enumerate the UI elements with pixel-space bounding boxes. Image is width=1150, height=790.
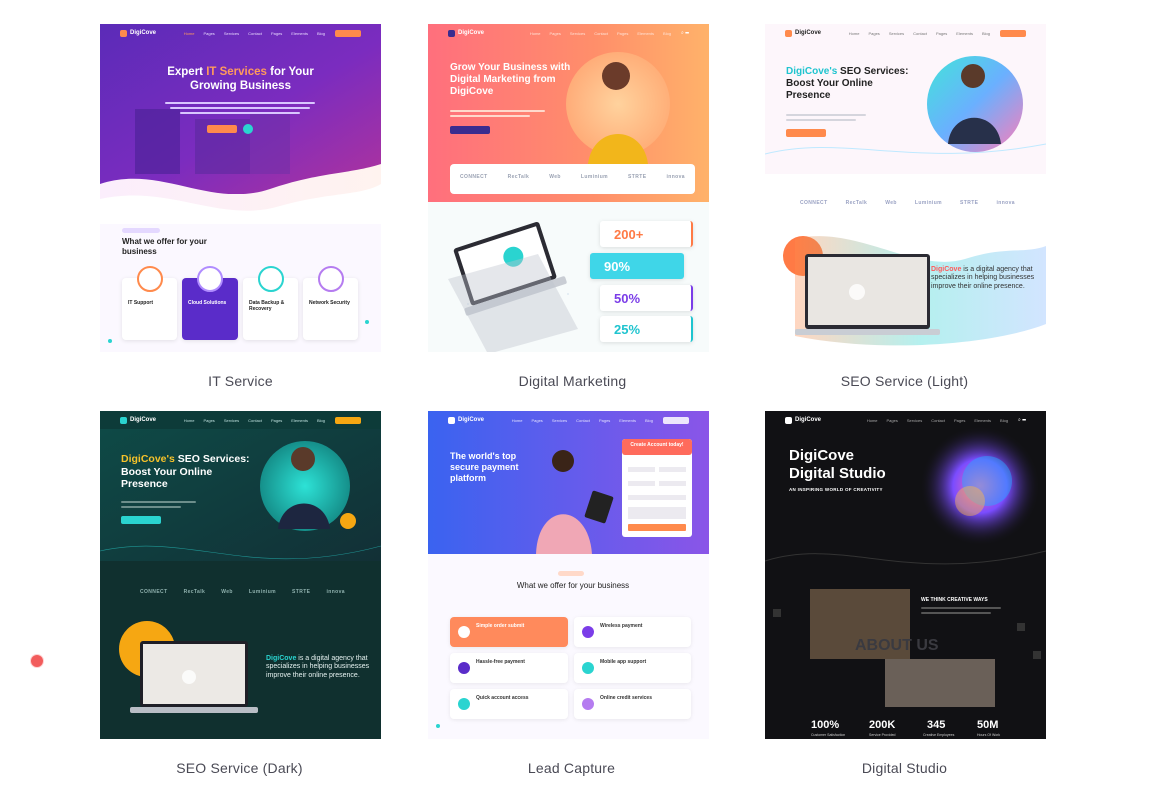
lead-capture-nav-button	[663, 416, 689, 424]
template-preview-digital-marketing: DigiCove Home Pages Services Contact Pages El…	[428, 24, 709, 352]
template-caption-seo-dark[interactable]: SEO Service (Dark)	[99, 760, 380, 776]
play-icon	[243, 124, 253, 134]
seo-light-navbar: DigiCove Home Pages Services Contact Pages El…	[765, 24, 1046, 42]
template-gallery: DigiCove Home Pages Services Contact Pages El…	[0, 0, 1150, 790]
lead-capture-form-title: Create Account today!	[630, 442, 684, 448]
template-card-digital-studio[interactable]: DigiCove Home Pages Services Contact Pages El…	[765, 411, 1046, 739]
lead-capture-section-title: What we offer for your business	[516, 581, 630, 590]
digital-studio-logo: DigiCove	[785, 416, 821, 424]
seo-light-logo-strip: CONNECT RecTalk Web Luminium STRTE innov…	[800, 200, 1015, 206]
template-caption-seo-light[interactable]: SEO Service (Light)	[764, 373, 1045, 389]
it-service-cta-button	[207, 125, 237, 133]
feature-card-quick-access: Quick account access	[450, 689, 568, 719]
service-card-network-security: Network Security	[303, 266, 358, 340]
seo-dark-logo: DigiCove	[120, 416, 156, 424]
template-card-seo-dark[interactable]: DigiCove Home Pages Services Contact Pages El…	[100, 411, 381, 739]
digital-studio-navbar: DigiCove Home Pages Services Contact Pages El…	[765, 411, 1046, 429]
seo-dark-logo-strip: CONNECT RecTalk Web Luminium STRTE innov…	[140, 589, 345, 595]
template-card-lead-capture[interactable]: DigiCove Home Pages Services Contact Pages El…	[428, 411, 709, 739]
it-service-section-title: What we offer for your business	[122, 237, 207, 256]
digital-studio-about-watermark: ABOUT US	[855, 637, 939, 654]
stat-card-1: 200+	[600, 221, 693, 247]
digital-studio-title-2: Digital Studio	[789, 465, 886, 482]
template-card-it-service[interactable]: DigiCove Home Pages Services Contact Pages El…	[100, 24, 381, 352]
seo-light-about-text: DigiCove is a digital agency that specia…	[931, 266, 1035, 290]
digital-marketing-logo: DigiCove	[448, 29, 484, 37]
service-card-cloud-solutions: Cloud Solutions	[182, 266, 238, 340]
lead-capture-logo: DigiCove	[448, 416, 484, 424]
feature-card-hassle-free: Hassle-free payment	[450, 653, 568, 683]
it-service-section-tag	[122, 228, 160, 233]
feature-card-mobile-app: Mobile app support	[574, 653, 691, 683]
it-service-navbar: DigiCove Home Pages Services Contact Pages El…	[100, 24, 381, 42]
template-caption-digital-studio[interactable]: Digital Studio	[764, 760, 1045, 776]
feature-card-wireless-payment: Wireless payment	[574, 617, 691, 647]
seo-light-cta-button	[786, 129, 826, 137]
seo-dark-hero-title: DigiCove's SEO Services: Boost Your Onli…	[121, 453, 250, 491]
seo-dark-about-text: DigiCove is a digital agency that specia…	[266, 655, 370, 679]
digital-studio-section-heading: WE THINK CREATIVE WAYS	[921, 597, 988, 603]
seo-light-nav-button	[1000, 29, 1026, 37]
template-preview-lead-capture: DigiCove Home Pages Services Contact Pages El…	[428, 411, 709, 739]
digital-marketing-navbar: DigiCove Home Pages Services Contact Pages El…	[428, 24, 709, 42]
digital-marketing-logo-strip: CONNECT RecTalk Web Luminium STRTE innov…	[460, 174, 685, 180]
stat-card-3: 50%	[600, 285, 693, 311]
stat-card-4: 25%	[600, 316, 693, 342]
template-card-seo-light[interactable]: DigiCove Home Pages Services Contact Pages El…	[765, 24, 1046, 352]
seo-dark-navbar: DigiCove Home Pages Services Contact Pages El…	[100, 411, 381, 429]
search-icon: ⌕ ☰	[681, 30, 689, 36]
digital-studio-title-1: DigiCove	[789, 447, 855, 464]
lead-capture-hero-title: The world's top secure payment platform	[450, 451, 519, 483]
feature-card-simple-order: Simple order submit	[450, 617, 568, 647]
service-card-it-support: IT Support	[122, 266, 177, 340]
lead-capture-navbar: DigiCove Home Pages Services Contact Pages El…	[428, 411, 709, 429]
feature-card-online-credit: Online credit services	[574, 689, 691, 719]
template-preview-it-service: DigiCove Home Pages Services Contact Pages El…	[100, 24, 381, 352]
lead-capture-section-tag	[558, 571, 584, 576]
stat-value-hours: 50M	[977, 719, 999, 731]
seo-dark-cta-button	[121, 516, 161, 524]
stat-card-2: 90%	[590, 253, 684, 279]
template-card-digital-marketing[interactable]: DigiCove Home Pages Services Contact Pages El…	[428, 24, 709, 352]
template-caption-it-service[interactable]: IT Service	[100, 373, 381, 389]
template-preview-seo-light: DigiCove Home Pages Services Contact Pages El…	[765, 24, 1046, 352]
seo-dark-nav-button	[335, 416, 361, 424]
cursor-marker	[31, 655, 43, 667]
seo-light-logo: DigiCove	[785, 29, 821, 37]
template-caption-digital-marketing[interactable]: Digital Marketing	[432, 373, 713, 389]
menu-icon: ⌕ ☰	[1018, 417, 1026, 423]
digital-studio-subtitle: AN INSPIRING WORLD OF CREATIVITY	[789, 487, 883, 492]
template-caption-lead-capture[interactable]: Lead Capture	[431, 760, 712, 776]
it-service-hero-title: Expert IT Services for Your Growing Busi…	[167, 66, 314, 92]
digital-marketing-cta-button	[450, 126, 490, 134]
stat-value-employees: 345	[927, 719, 946, 731]
seo-light-hero-title: DigiCove's SEO Services: Boost Your Onli…	[786, 66, 909, 101]
stat-value-satisfaction: 100%	[811, 719, 840, 731]
service-card-data-backup: Data Backup & Recovery	[243, 266, 298, 340]
template-preview-seo-dark: DigiCove Home Pages Services Contact Pages El…	[100, 411, 381, 739]
it-service-logo: DigiCove	[120, 29, 156, 37]
stat-value-services: 200K	[869, 719, 896, 731]
template-preview-digital-studio: DigiCove Home Pages Services Contact Pages El…	[765, 411, 1046, 739]
digital-marketing-hero-title: Grow Your Business with Digital Marketin…	[450, 62, 571, 97]
it-service-nav-button	[335, 29, 361, 37]
